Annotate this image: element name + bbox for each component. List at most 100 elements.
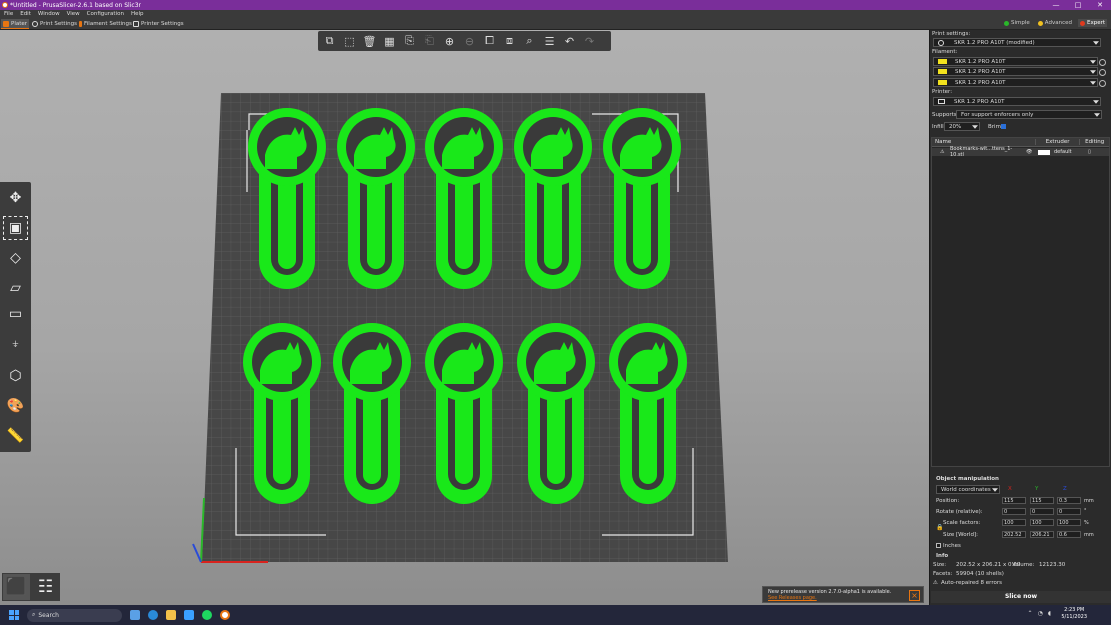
- column-extruder[interactable]: Extruder: [1034, 139, 1080, 145]
- size-x-field[interactable]: 202.52: [1002, 531, 1026, 538]
- windows-start-icon[interactable]: [9, 610, 19, 620]
- slice-now-button[interactable]: Slice now: [931, 591, 1111, 603]
- filament-combo-2[interactable]: SKR 1.2 PRO A10T: [933, 67, 1106, 76]
- menu-view[interactable]: View: [67, 11, 80, 17]
- menu-help[interactable]: Help: [131, 11, 144, 17]
- wifi-icon[interactable]: ◔: [1038, 610, 1043, 617]
- taskbar-clock[interactable]: 2:23 PM 5/11/2023: [1061, 607, 1087, 621]
- mode-simple[interactable]: Simple: [1002, 19, 1032, 27]
- bookmark-model[interactable]: [514, 108, 592, 289]
- remove-instance-button[interactable]: ⊖: [461, 33, 478, 49]
- cut-gizmo-icon[interactable]: ▭: [3, 302, 28, 326]
- select-gizmo-icon[interactable]: ▣: [3, 216, 28, 240]
- menu-edit[interactable]: Edit: [20, 11, 31, 17]
- scale-x-field[interactable]: 100: [1002, 519, 1026, 526]
- arrange-button[interactable]: ▦: [381, 33, 398, 49]
- filament-settings-icon[interactable]: [1099, 80, 1106, 87]
- add-instance-button[interactable]: ⊕: [441, 33, 458, 49]
- menu-window[interactable]: Window: [38, 11, 60, 17]
- rotate-x-field[interactable]: 0: [1002, 508, 1026, 515]
- print-settings-combo[interactable]: SKR 1.2 PRO A10T (modified): [933, 38, 1101, 47]
- filament-combo-3[interactable]: SKR 1.2 PRO A10T: [933, 78, 1106, 87]
- infill-combo[interactable]: 20%: [944, 122, 980, 131]
- edit-icon[interactable]: ▯: [1088, 149, 1096, 155]
- filament-settings-icon[interactable]: [1099, 69, 1106, 76]
- prusaslicer-taskbar-icon[interactable]: [220, 610, 230, 620]
- position-x-field[interactable]: 115: [1002, 497, 1026, 504]
- scale-z-field[interactable]: 100: [1057, 519, 1081, 526]
- bookmark-model[interactable]: [603, 108, 681, 289]
- rotate-y-field[interactable]: 0: [1030, 508, 1054, 515]
- mail-icon[interactable]: [184, 610, 194, 620]
- add-object-button[interactable]: ⧉: [321, 33, 338, 49]
- print-bed-scene[interactable]: [0, 30, 929, 605]
- search-icon[interactable]: ⌕: [521, 33, 538, 49]
- tab-plater[interactable]: Plater: [1, 19, 30, 29]
- inches-checkbox[interactable]: [936, 543, 941, 548]
- bookmark-model[interactable]: [517, 323, 595, 504]
- coordinate-system-combo[interactable]: World coordinates: [936, 485, 1000, 494]
- object-extruder[interactable]: default: [1054, 149, 1088, 155]
- bookmark-model[interactable]: [333, 323, 411, 504]
- eye-icon[interactable]: 👁: [1026, 149, 1038, 155]
- tab-filament-settings[interactable]: Filament Settings: [77, 19, 134, 29]
- bookmark-model[interactable]: [243, 323, 321, 504]
- tab-printer-settings[interactable]: Printer Settings: [131, 19, 186, 29]
- taskbar-search[interactable]: ⌕ Search: [27, 608, 122, 622]
- delete-all-button[interactable]: 🗑: [361, 33, 378, 49]
- split-parts-button[interactable]: ⧈: [501, 33, 518, 49]
- column-name[interactable]: Name: [932, 139, 1035, 145]
- rotate-z-field[interactable]: 0: [1057, 508, 1081, 515]
- move-gizmo-icon[interactable]: ✥: [3, 186, 28, 210]
- scale-y-field[interactable]: 100: [1030, 519, 1054, 526]
- 3d-viewport[interactable]: ⧉ ⬚ 🗑 ▦ ⎘ ⎗ ⊕ ⊖ ⧠ ⧈ ⌕ ☰ ↶ ↷ ✥ ▣ ◇ ▱ ▭ ⍖ …: [0, 30, 929, 605]
- bookmark-model[interactable]: [425, 108, 503, 289]
- mode-advanced[interactable]: Advanced: [1036, 19, 1074, 27]
- releases-link[interactable]: See Releases page.: [768, 595, 918, 601]
- delete-button[interactable]: ⬚: [341, 33, 358, 49]
- place-on-face-icon[interactable]: ▱: [3, 276, 28, 300]
- filament-settings-icon[interactable]: [1099, 59, 1106, 66]
- 3d-view-icon[interactable]: ⬛: [3, 574, 30, 600]
- support-paint-icon[interactable]: ⍖: [3, 332, 28, 356]
- tab-print-settings[interactable]: Print Settings: [30, 19, 79, 29]
- menu-configuration[interactable]: Configuration: [87, 11, 124, 17]
- preview-layers-icon[interactable]: ☷: [32, 574, 59, 600]
- undo-button[interactable]: ↶: [561, 33, 578, 49]
- brim-checkbox[interactable]: [1001, 124, 1006, 129]
- size-y-field[interactable]: 206.21: [1030, 531, 1054, 538]
- edge-browser-icon[interactable]: [148, 610, 158, 620]
- measure-ruler-icon[interactable]: 📏: [3, 424, 28, 448]
- position-y-field[interactable]: 115: [1030, 497, 1054, 504]
- supports-combo[interactable]: For support enforcers only: [956, 110, 1102, 119]
- mmu-paint-icon[interactable]: 🎨: [3, 394, 28, 418]
- bookmark-model[interactable]: [609, 323, 687, 504]
- cube-gizmo-icon[interactable]: ⬡: [3, 364, 28, 388]
- printer-combo[interactable]: SKR 1.2 PRO A10T: [933, 97, 1101, 106]
- file-explorer-icon[interactable]: [166, 610, 176, 620]
- minimize-button[interactable]: —: [1045, 0, 1067, 10]
- split-objects-button[interactable]: ⧠: [481, 33, 498, 49]
- column-editing[interactable]: Editing: [1079, 139, 1109, 145]
- paste-button[interactable]: ⎗: [421, 33, 438, 49]
- maximize-button[interactable]: □: [1067, 0, 1089, 10]
- spotify-icon[interactable]: [202, 610, 212, 620]
- bookmark-model[interactable]: [337, 108, 415, 289]
- mode-expert[interactable]: Expert: [1077, 19, 1107, 27]
- close-icon[interactable]: ×: [909, 590, 920, 601]
- chevron-up-icon[interactable]: ⌃: [1028, 610, 1033, 617]
- redo-button[interactable]: ↷: [581, 33, 598, 49]
- layers-editing-button[interactable]: ☰: [541, 33, 558, 49]
- widgets-icon[interactable]: [130, 610, 140, 620]
- bookmark-model[interactable]: [425, 323, 503, 504]
- copy-button[interactable]: ⎘: [401, 33, 418, 49]
- position-z-field[interactable]: 0.3: [1057, 497, 1081, 504]
- bookmark-model[interactable]: [248, 108, 326, 289]
- rotate-gizmo-icon[interactable]: ◇: [3, 246, 28, 270]
- close-button[interactable]: ✕: [1089, 0, 1111, 10]
- object-row[interactable]: ⚠ Bookmarks-wit...ttens_1-10.stl 👁 defau…: [932, 146, 1109, 158]
- volume-icon[interactable]: ◖: [1048, 610, 1051, 617]
- menu-file[interactable]: File: [4, 11, 13, 17]
- size-z-field[interactable]: 0.6: [1057, 531, 1081, 538]
- filament-combo-1[interactable]: SKR 1.2 PRO A10T: [933, 57, 1106, 66]
